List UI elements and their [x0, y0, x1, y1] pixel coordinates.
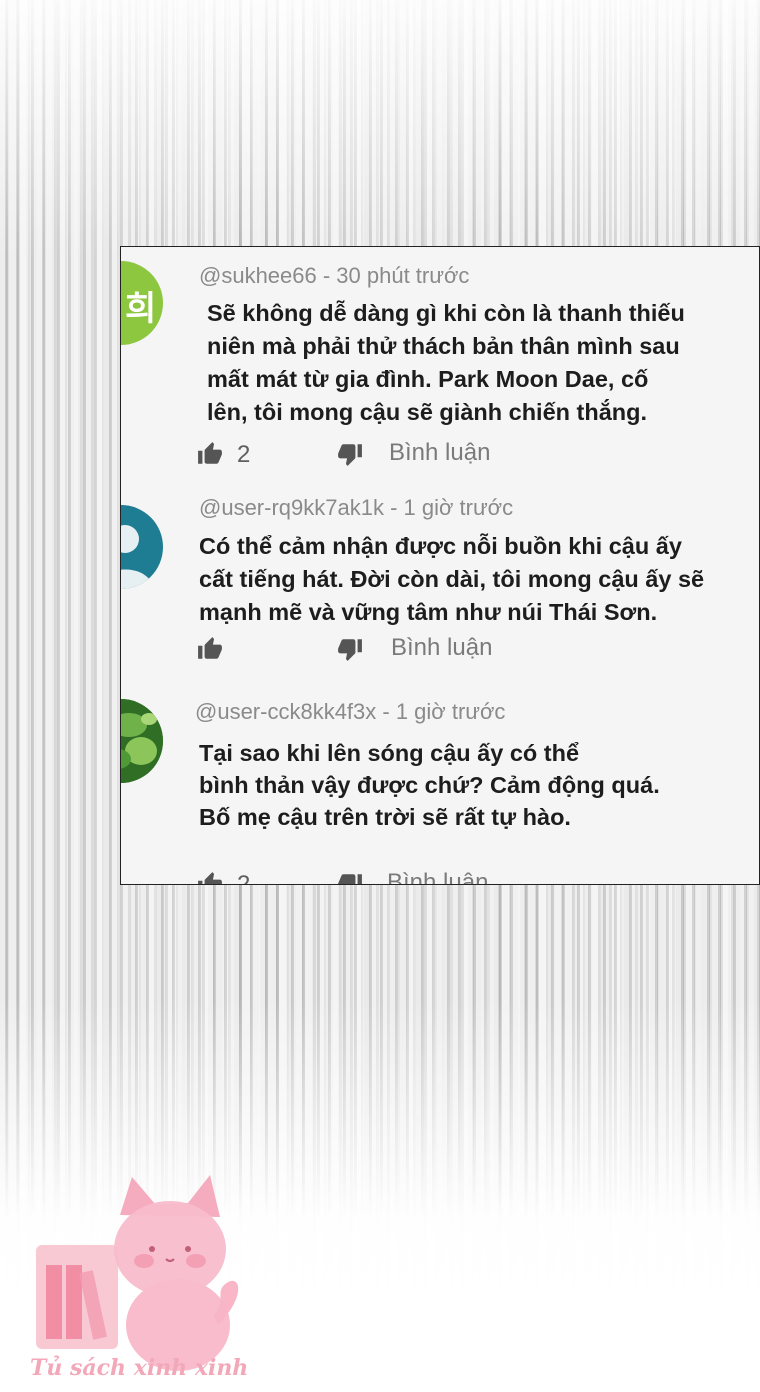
- avatar-initial: 희: [125, 290, 157, 328]
- comment-actions: Bình luận: [197, 634, 597, 664]
- comments-panel: 희 @sukhee66 - 30 phút trước Sẽ không dễ …: [120, 246, 760, 885]
- reply-button[interactable]: Bình luận: [387, 869, 488, 884]
- like-count: 2: [237, 441, 251, 468]
- comment-actions: 2 Bình luận: [197, 869, 597, 885]
- avatar[interactable]: [121, 505, 163, 589]
- comment-author-timestamp[interactable]: @user-rq9kk7ak1k - 1 giờ trước: [199, 495, 513, 521]
- reply-button[interactable]: Bình luận: [389, 439, 490, 467]
- thumbs-down-icon[interactable]: [337, 871, 363, 885]
- comment-actions: 2 Bình luận: [197, 439, 597, 469]
- cat-bookshelf-logo-icon: [36, 1175, 239, 1371]
- comment-author-timestamp[interactable]: @sukhee66 - 30 phút trước: [199, 263, 469, 289]
- thumbs-up-icon[interactable]: [197, 871, 223, 885]
- comment-text: Sẽ không dễ dàng gì khi còn là thanh thi…: [207, 300, 685, 425]
- comment-author-timestamp[interactable]: @user-cck8kk4f3x - 1 giờ trước: [195, 699, 505, 725]
- like-count: 2: [237, 871, 251, 885]
- thumbs-down-icon[interactable]: [337, 636, 363, 662]
- leaf-photo-icon: [121, 699, 163, 783]
- thumbs-up-icon[interactable]: [197, 636, 223, 662]
- avatar[interactable]: 희: [121, 261, 163, 345]
- thumbs-up-icon[interactable]: [197, 441, 223, 467]
- comment-text: Tại sao khi lên sóng cậu ấy có thể bình …: [199, 740, 660, 830]
- watermark-text: Tủ sách xinh xinh: [30, 1355, 249, 1381]
- avatar[interactable]: [121, 699, 163, 783]
- reply-button[interactable]: Bình luận: [391, 634, 492, 662]
- comment-text: Có thể cảm nhận được nỗi buồn khi cậu ấy…: [199, 533, 705, 625]
- user-icon: [121, 525, 153, 589]
- thumbs-down-icon[interactable]: [337, 441, 363, 467]
